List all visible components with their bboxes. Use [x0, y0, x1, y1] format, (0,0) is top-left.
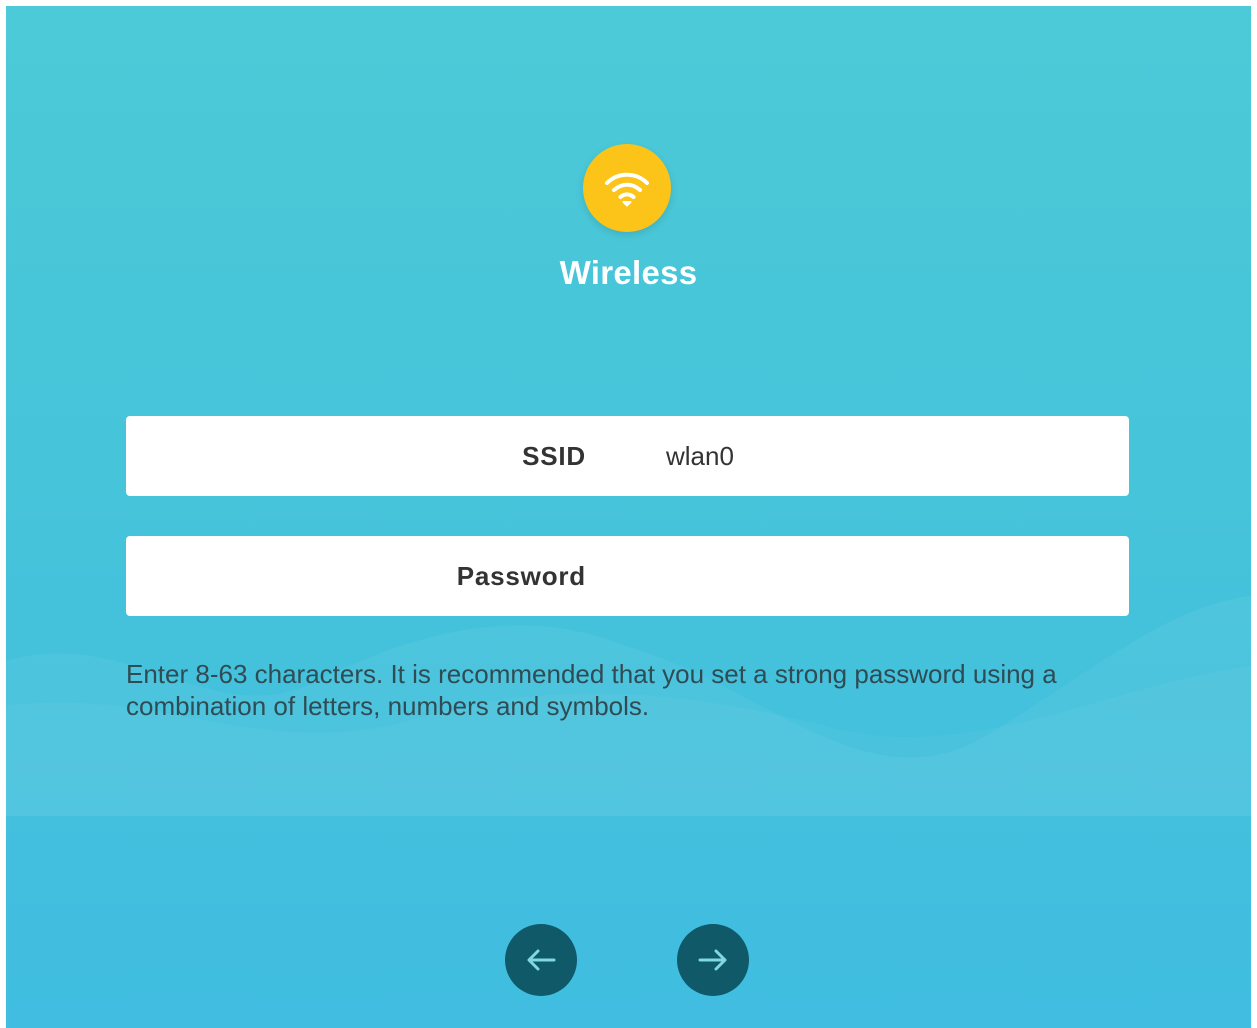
arrow-right-icon	[698, 949, 727, 971]
wizard-panel: Wireless SSID Password Enter 8-63 charac…	[6, 6, 1251, 1028]
wifi-badge	[583, 144, 671, 232]
next-button[interactable]	[677, 924, 749, 996]
ssid-label: SSID	[522, 441, 586, 471]
page-title: Wireless	[559, 254, 698, 291]
password-hint: Enter 8-63 characters. It is recommended…	[126, 659, 1057, 721]
ssid-input[interactable]	[666, 431, 1106, 481]
wifi-icon	[605, 172, 649, 207]
password-field[interactable]: Password	[126, 536, 1129, 616]
back-button[interactable]	[505, 924, 577, 996]
ssid-field[interactable]: SSID	[126, 416, 1129, 496]
password-label: Password	[456, 561, 586, 591]
arrow-left-icon	[527, 949, 556, 971]
password-input[interactable]	[666, 551, 1106, 601]
